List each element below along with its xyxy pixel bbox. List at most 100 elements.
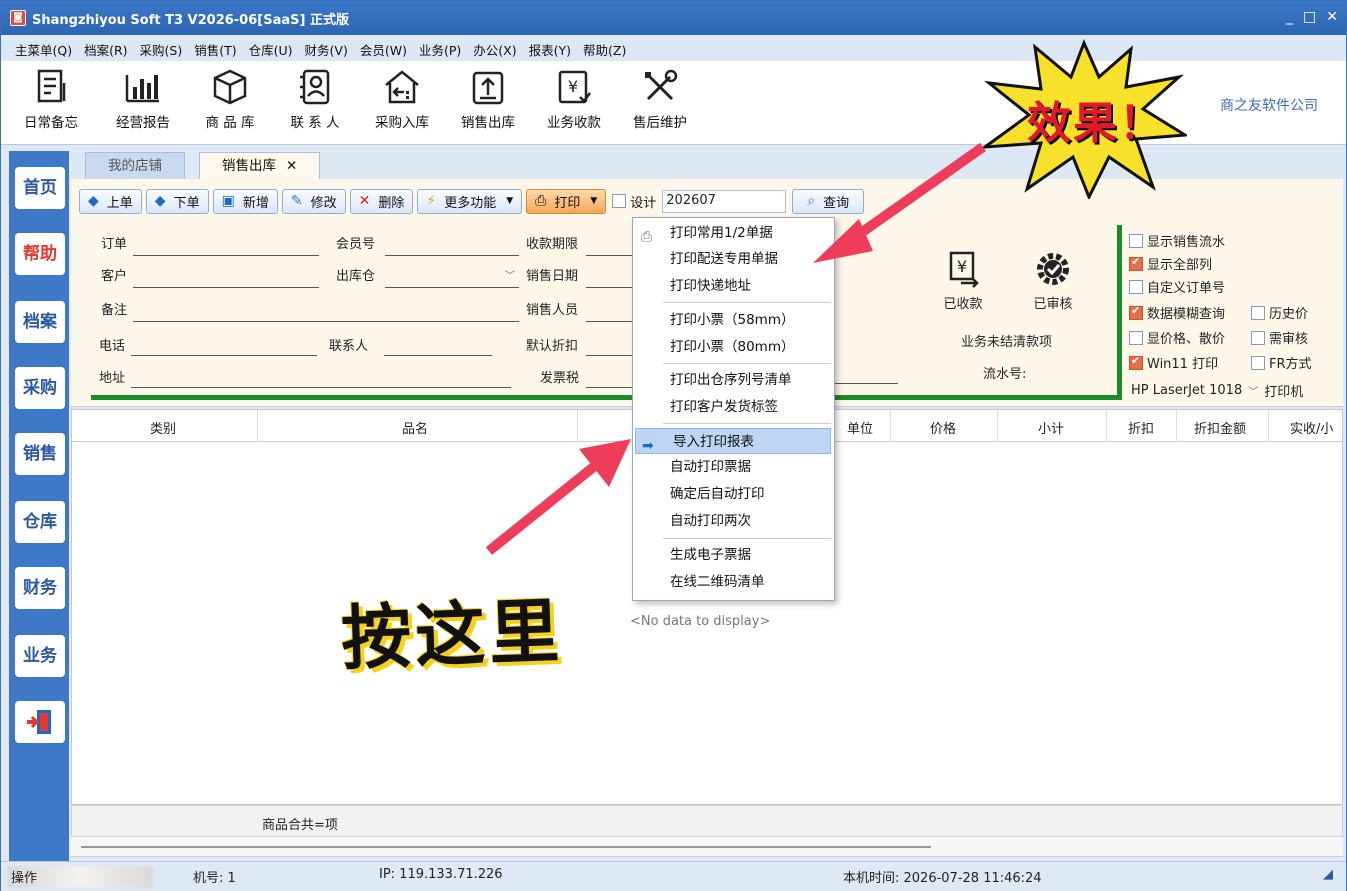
custom-order-box[interactable] — [1129, 279, 1143, 294]
history-checkbox[interactable]: 历史价 — [1251, 303, 1308, 322]
minimize-button[interactable]: _ — [1286, 9, 1293, 25]
col-category[interactable]: 类别 — [150, 418, 176, 437]
menu-main[interactable]: 主菜单(Q) — [15, 40, 72, 59]
nav-purchase[interactable]: 采购 — [15, 367, 65, 409]
dd-print-serials[interactable]: 打印出仓序列号清单 — [633, 367, 834, 393]
dd-print-labels[interactable]: 打印客户发货标签 — [633, 394, 834, 420]
menu-business[interactable]: 业务(P) — [419, 40, 461, 59]
close-icon[interactable]: ✕ — [286, 158, 297, 174]
dd-print-ticket-80[interactable]: 打印小票（80mm） — [633, 334, 834, 360]
dd-e-ticket[interactable]: 生成电子票据 — [633, 542, 834, 568]
menu-sales[interactable]: 销售(T) — [194, 40, 236, 59]
member-no-field[interactable] — [385, 255, 519, 256]
menu-member[interactable]: 会员(W) — [360, 40, 407, 59]
due-field[interactable] — [586, 255, 632, 256]
col-subtotal[interactable]: 小计 — [1038, 418, 1064, 437]
fuzzy-checkbox[interactable]: 数据模糊查询 — [1129, 303, 1225, 322]
fr-checkbox[interactable]: FR方式 — [1251, 353, 1312, 372]
nav-exit-button[interactable] — [15, 701, 65, 743]
dd-auto-print-twice[interactable]: 自动打印两次 — [633, 508, 834, 534]
ribbon-purchase-in-button[interactable]: 采购入库 — [362, 67, 442, 131]
discount-field[interactable] — [586, 355, 632, 356]
show-flow-box[interactable] — [1129, 233, 1143, 248]
invoice-tax-field[interactable] — [586, 387, 632, 388]
ribbon-report-button[interactable]: 经营报告 — [103, 67, 183, 131]
menu-office[interactable]: 办公(X) — [473, 40, 516, 59]
custom-order-checkbox[interactable]: 自定义订单号 — [1129, 277, 1225, 296]
delete-button[interactable]: ✕ 删除 — [349, 188, 414, 214]
add-button[interactable]: ▣ 新增 — [212, 188, 278, 214]
dd-print-delivery[interactable]: 打印配送专用单据 — [633, 246, 834, 272]
dd-print-common[interactable]: ⎙ 打印常用1/2单据 — [633, 220, 834, 246]
horizontal-scrollbar[interactable] — [71, 837, 1343, 857]
resize-grip-icon[interactable]: ◢ — [1323, 867, 1333, 882]
nav-warehouse[interactable]: 仓库 — [15, 501, 65, 543]
need-review-box[interactable] — [1251, 330, 1265, 345]
nav-archive[interactable]: 档案 — [15, 301, 65, 343]
nav-help[interactable]: 帮助 — [15, 233, 65, 275]
order-field[interactable] — [133, 255, 319, 256]
menu-report[interactable]: 报表(Y) — [529, 40, 571, 59]
dd-auto-print-confirm[interactable]: 确定后自动打印 — [633, 481, 834, 507]
col-discount[interactable]: 折扣 — [1128, 418, 1154, 437]
col-discount-amount[interactable]: 折扣金额 — [1194, 418, 1246, 437]
more-functions-button[interactable]: ⚡ 更多功能 ▼ — [417, 188, 523, 214]
warehouse-select[interactable] — [385, 287, 519, 288]
col-price[interactable]: 价格 — [930, 418, 956, 437]
design-checkbox[interactable]: 设计 — [610, 189, 658, 214]
dd-import-report[interactable]: ➡ 导入打印报表 — [635, 428, 831, 454]
ribbon-sales-out-button[interactable]: 销售出库 — [448, 67, 528, 131]
win11-checkbox[interactable]: Win11 打印 — [1129, 353, 1218, 372]
ribbon-aftersales-button[interactable]: 售后维护 — [620, 67, 700, 131]
dd-auto-print[interactable]: 自动打印票据 — [633, 454, 834, 480]
ribbon-collection-button[interactable]: ¥ 业务收款 — [534, 67, 614, 131]
print-button[interactable]: ⎙ 打印 ▼ — [526, 188, 607, 214]
phone-field[interactable] — [131, 355, 317, 356]
col-unit[interactable]: 单位 — [847, 418, 873, 437]
nav-sales[interactable]: 销售 — [15, 433, 65, 475]
col-actual[interactable]: 实收/小 — [1290, 418, 1333, 437]
sale-date-field[interactable] — [586, 287, 632, 288]
printer-select[interactable]: HP LaserJet 1018 ﹀ 打印机 — [1131, 381, 1303, 400]
customer-field[interactable] — [133, 287, 319, 288]
prev-button[interactable]: ◆ 上单 — [79, 188, 142, 214]
ribbon-memo-button[interactable]: 日常备忘 — [11, 67, 91, 131]
tab-sales-out[interactable]: 销售出库 ✕ — [199, 152, 321, 179]
tab-my-shop[interactable]: 我的店铺 — [85, 152, 185, 179]
nav-business[interactable]: 业务 — [15, 635, 65, 677]
reviewed-indicator[interactable]: 已审核 — [1033, 249, 1073, 312]
edit-button[interactable]: ✎ 修改 — [281, 188, 346, 214]
fr-box[interactable] — [1251, 355, 1265, 370]
show-price-checkbox[interactable]: 显价格、散价 — [1129, 328, 1225, 347]
ribbon-contacts-button[interactable]: 联 系 人 — [275, 67, 355, 131]
design-checkbox-box[interactable] — [612, 194, 627, 208]
salesperson-field[interactable] — [586, 321, 632, 322]
fuzzy-box[interactable] — [1129, 304, 1143, 320]
col-name[interactable]: 品名 — [402, 418, 428, 437]
received-indicator[interactable]: ¥ 已收款 — [943, 249, 983, 312]
win11-box[interactable] — [1129, 354, 1143, 370]
menu-purchase[interactable]: 采购(S) — [140, 40, 183, 59]
close-button[interactable]: ✕ — [1326, 9, 1338, 25]
maximize-button[interactable]: □ — [1303, 9, 1316, 25]
dd-qr-list[interactable]: 在线二维码清单 — [633, 569, 834, 595]
history-box[interactable] — [1251, 305, 1265, 320]
menu-help[interactable]: 帮助(Z) — [583, 40, 626, 59]
query-button[interactable]: ⌕ 查询 — [792, 188, 865, 214]
date-input[interactable]: 202607 — [662, 189, 787, 213]
menu-finance[interactable]: 财务(V) — [305, 40, 348, 59]
nav-finance[interactable]: 财务 — [15, 567, 65, 609]
menu-warehouse[interactable]: 仓库(U) — [249, 40, 293, 59]
next-button[interactable]: ◆ 下单 — [145, 188, 209, 214]
show-all-box[interactable] — [1129, 255, 1143, 271]
address-field[interactable] — [131, 387, 511, 388]
menu-archive[interactable]: 档案(R) — [84, 40, 127, 59]
show-all-checkbox[interactable]: 显示全部列 — [1129, 254, 1212, 273]
ribbon-goods-button[interactable]: 商 品 库 — [190, 67, 270, 131]
show-price-box[interactable] — [1129, 330, 1143, 345]
need-review-checkbox[interactable]: 需审核 — [1251, 328, 1308, 347]
nav-home[interactable]: 首页 — [15, 167, 65, 209]
remark-field[interactable] — [133, 321, 519, 322]
scrollbar-thumb[interactable] — [81, 846, 931, 848]
contact-field[interactable] — [384, 355, 492, 356]
